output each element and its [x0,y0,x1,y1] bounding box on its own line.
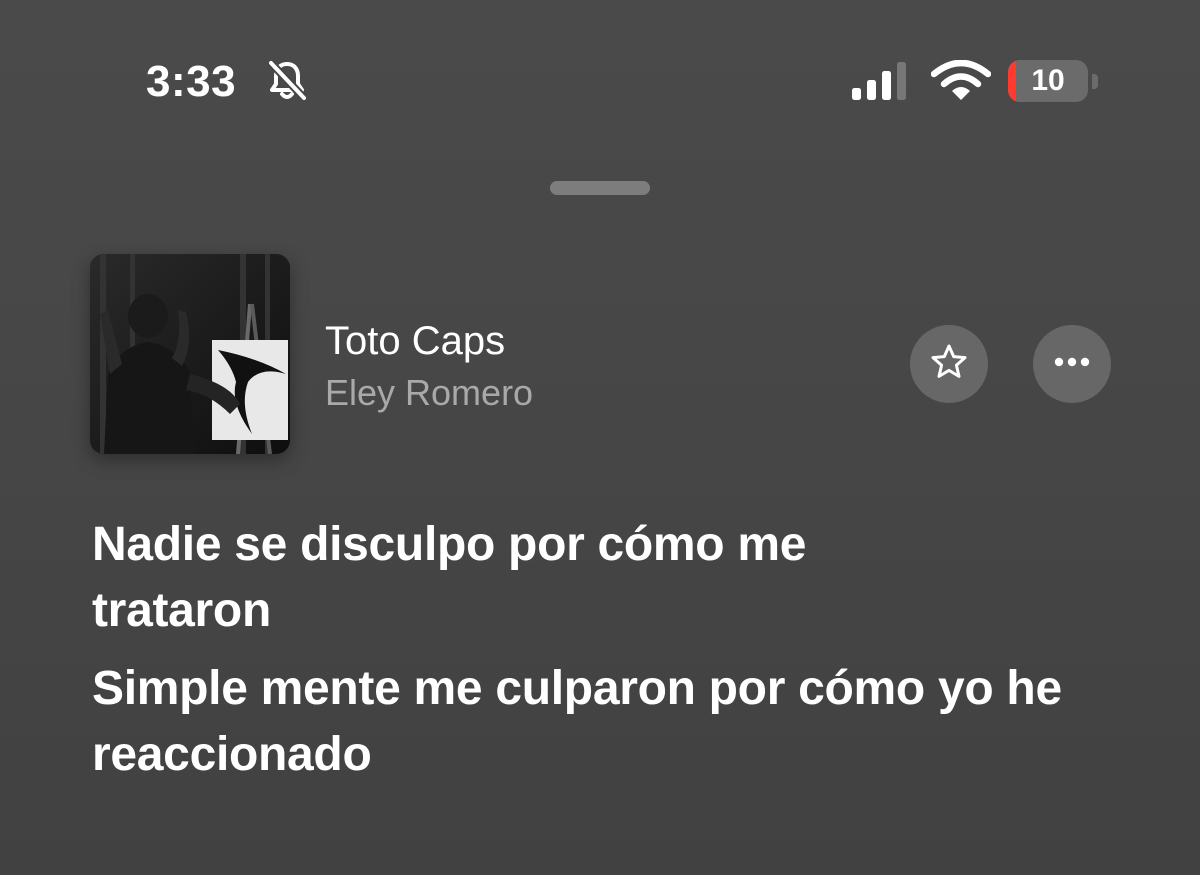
track-artist[interactable]: Eley Romero [325,371,533,415]
battery-body: 10 [1008,60,1088,102]
ellipsis-icon [1052,355,1092,373]
star-icon [929,342,969,387]
bell-slash-icon [264,58,310,104]
wifi-icon [930,59,992,102]
sheet-grabber[interactable] [550,181,650,195]
battery-indicator: 10 [1008,60,1098,104]
cellular-signal-icon [852,62,912,100]
status-bar: 3:33 10 [0,0,1200,165]
lyric-line[interactable]: Nadie se disculpo por cómo me trataron [92,512,952,644]
battery-level: 10 [1031,64,1065,97]
lyric-line[interactable]: Simple mente me culparon por cómo yo he … [92,656,1072,788]
lyrics-container: Nadie se disculpo por cómo me trataron S… [92,512,1092,800]
album-artwork[interactable] [90,254,290,454]
favorite-button[interactable] [910,325,988,403]
track-title[interactable]: Toto Caps [325,318,505,364]
battery-cap [1092,74,1098,89]
status-time: 3:33 [146,57,237,106]
more-options-button[interactable] [1033,325,1111,403]
